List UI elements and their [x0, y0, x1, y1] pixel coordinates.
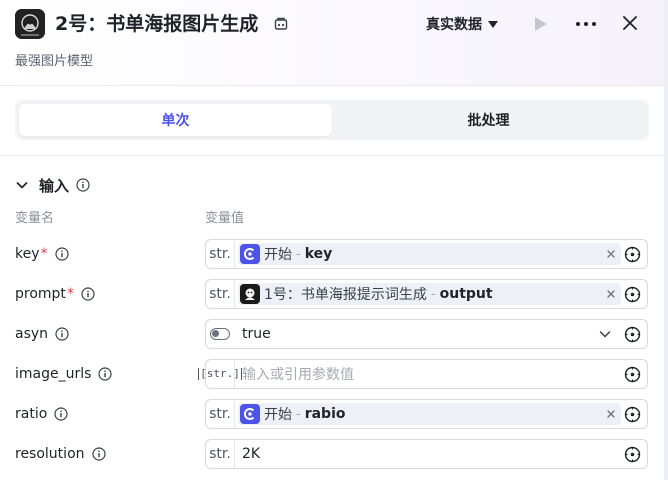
panel-title: 2号：书单海报图片生成: [55, 13, 259, 35]
more-button[interactable]: [574, 14, 598, 34]
play-icon: [535, 17, 547, 31]
variable-picker-icon[interactable]: [624, 286, 641, 303]
param-row-asyn: asyn true: [0, 319, 664, 351]
remove-icon[interactable]: [605, 288, 617, 300]
param-name: resolution: [15, 439, 106, 469]
variable-picker-icon[interactable]: [624, 366, 641, 383]
param-value-field[interactable]: str. 开始 - key: [205, 239, 648, 269]
info-icon[interactable]: [54, 247, 69, 261]
panel-edge: [664, 0, 668, 480]
info-icon[interactable]: [98, 367, 113, 381]
param-placeholder: 输入或引用参数值: [242, 367, 354, 383]
tab-batch[interactable]: 批处理: [332, 104, 645, 136]
variable-picker-icon[interactable]: [624, 406, 641, 423]
param-value: true: [242, 326, 271, 342]
reference-chip[interactable]: 1号：书单海报提示词生成 - output: [238, 283, 621, 305]
info-icon[interactable]: [91, 447, 106, 461]
input-section-title: 输入: [39, 176, 70, 195]
mode-tabs: 单次 批处理: [15, 100, 649, 140]
chevron-down-icon[interactable]: [599, 329, 611, 339]
param-row-key: key * str. 开始 - key: [0, 239, 664, 271]
tab-single[interactable]: 单次: [19, 104, 332, 136]
start-node-icon: [240, 404, 260, 424]
param-name: asyn: [15, 319, 69, 349]
param-value: 2K: [242, 446, 261, 462]
data-source-label: 真实数据: [426, 17, 482, 33]
param-name: prompt *: [15, 279, 95, 309]
remove-icon[interactable]: [605, 408, 617, 420]
data-source-dropdown[interactable]: 真实数据: [426, 12, 498, 36]
param-value-field[interactable]: [str.] 输入或引用参数值: [198, 359, 648, 389]
info-icon[interactable]: [54, 407, 68, 421]
param-row-resolution: resolution str. 2K: [0, 439, 664, 471]
type-tag[interactable]: str.: [206, 240, 235, 268]
run-button[interactable]: [532, 14, 550, 34]
required-mark: *: [66, 286, 74, 302]
type-tag[interactable]: str.: [206, 400, 235, 428]
node-test-panel: 2号：书单海报图片生成 最强图片模型 真实数据 单次 批处理 输入 变量名 变量…: [0, 0, 664, 480]
chevron-down-icon: [16, 182, 28, 189]
boolean-toggle-icon[interactable]: [210, 328, 230, 340]
more-dots-icon: [576, 22, 596, 26]
type-tag[interactable]: str.: [206, 280, 235, 308]
type-tag[interactable]: [str.]: [198, 360, 242, 388]
panel-subtitle: 最强图片模型: [15, 54, 94, 69]
variable-picker-icon[interactable]: [624, 326, 641, 343]
column-header-value: 变量值: [205, 211, 245, 226]
param-value-field[interactable]: str. 1号：书单海报提示词生成 - output: [205, 279, 648, 309]
param-row-image-urls: image_urls [str.] 输入或引用参数值: [0, 359, 664, 391]
reference-chip[interactable]: 开始 - key: [238, 243, 621, 265]
reference-chip[interactable]: 开始 - rabio: [238, 403, 621, 425]
param-name: key *: [15, 239, 69, 269]
array-type-label: [str.]: [198, 367, 242, 380]
column-header-name: 变量名: [15, 211, 55, 226]
title-edit-icon[interactable]: [272, 15, 290, 33]
remove-icon[interactable]: [605, 248, 617, 260]
node-avatar-icon: [15, 9, 45, 39]
info-icon[interactable]: [55, 327, 69, 341]
info-icon[interactable]: [81, 287, 95, 301]
variable-picker-icon[interactable]: [624, 446, 641, 463]
required-mark: *: [40, 246, 48, 262]
param-name: image_urls: [15, 359, 113, 389]
type-tag[interactable]: str.: [206, 440, 235, 468]
close-button[interactable]: [620, 13, 640, 33]
param-row-prompt: prompt * str. 1号：书单海报提示词生成 - output: [0, 279, 664, 311]
param-value-field[interactable]: str. 开始 - rabio: [205, 399, 648, 429]
divider: [0, 155, 664, 156]
caret-down-icon: [488, 20, 498, 28]
info-icon[interactable]: [76, 178, 90, 192]
variable-picker-icon[interactable]: [624, 246, 641, 263]
param-name: ratio: [15, 399, 68, 429]
start-node-icon: [240, 244, 260, 264]
close-icon: [623, 16, 637, 30]
param-row-ratio: ratio str. 开始 - rabio: [0, 399, 664, 431]
param-value-field[interactable]: str. 2K: [205, 439, 648, 469]
input-section-header[interactable]: 输入: [15, 174, 90, 196]
llm-node-icon: [240, 284, 260, 304]
panel-header: 2号：书单海报图片生成 最强图片模型 真实数据: [0, 0, 664, 86]
param-value-field[interactable]: true: [205, 319, 648, 349]
